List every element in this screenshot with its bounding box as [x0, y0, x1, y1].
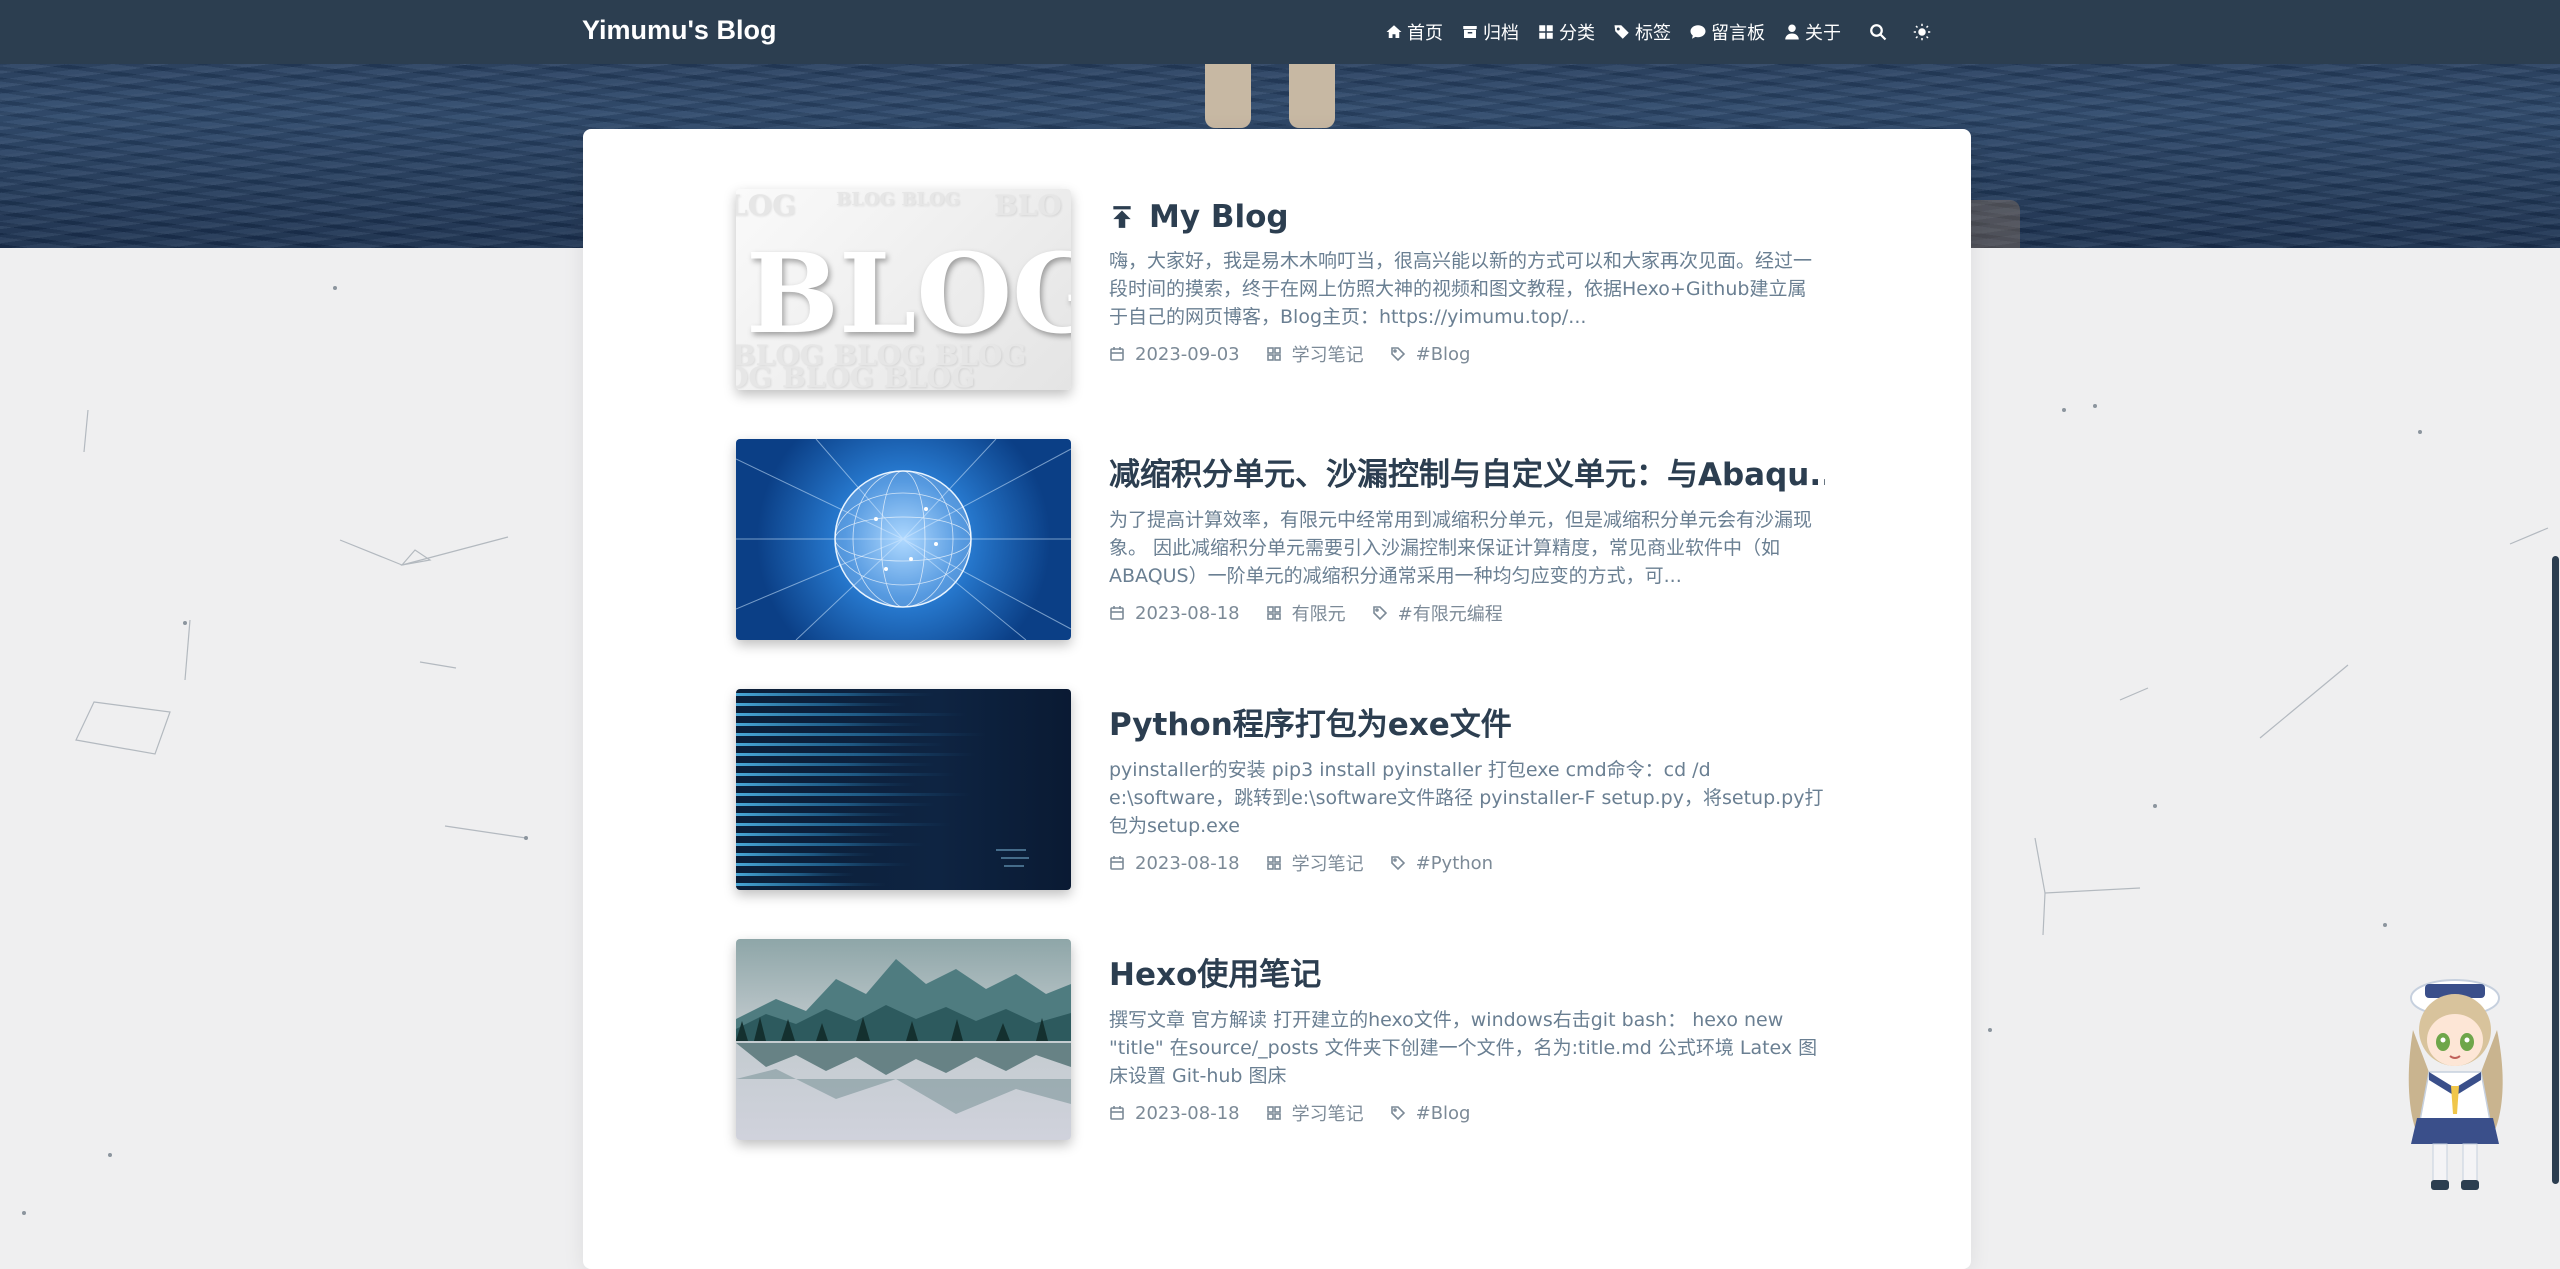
page-scrollbar[interactable]	[2552, 556, 2559, 1184]
post-title[interactable]: Python程序打包为exe文件	[1109, 699, 1825, 744]
category-icon	[1266, 856, 1281, 870]
post-excerpt: 为了提高计算效率，有限元中经常用到减缩积分单元，但是减缩积分单元会有沙漏现象。 …	[1109, 509, 1813, 587]
post-title[interactable]: Hexo使用笔记	[1109, 949, 1825, 994]
post-meta: 2023-09-03 学习笔记 #Blog	[1109, 341, 1825, 367]
tags-icon	[1614, 25, 1629, 39]
post-meta: 2023-08-18 学习笔记 #Python	[1109, 850, 1825, 876]
nav-item-tags[interactable]: 标签	[1613, 19, 1671, 45]
site-brand[interactable]: Yimumu's Blog	[582, 15, 776, 46]
post-thumbnail[interactable]	[736, 939, 1071, 1140]
calendar-icon	[1110, 1106, 1124, 1120]
post-title-text: My Blog	[1149, 199, 1289, 235]
sphere-network-image	[736, 439, 1071, 640]
calendar-icon	[1110, 347, 1124, 361]
lake-landscape-image	[736, 959, 1071, 1114]
nav-item-guestbook[interactable]: 留言板	[1689, 19, 1765, 45]
post-title[interactable]: 减缩积分单元、沙漏控制与自定义单元：与Abaqu...	[1109, 449, 1825, 494]
post-category[interactable]: 学习笔记	[1266, 850, 1364, 876]
post-meta: 2023-08-18 有限元 #有限元编程	[1109, 600, 1825, 626]
nav-item-label: 关于	[1805, 23, 1841, 44]
tag-icon	[1390, 1106, 1405, 1121]
user-icon	[1785, 24, 1799, 40]
tag-icon	[1390, 856, 1405, 871]
search-icon	[1870, 24, 1887, 41]
category-icon	[1539, 25, 1553, 39]
top-navbar: Yimumu's Blog 首页 归档 分类 标签 留言板 关于	[0, 0, 2560, 64]
post-tag[interactable]: #Python	[1390, 853, 1493, 874]
category-icon	[1266, 1106, 1281, 1120]
post-item[interactable]: Hexo使用笔记 撰写文章 官方解读 打开建立的hexo文件，windows右击…	[736, 939, 1826, 1140]
post-tag[interactable]: #Blog	[1390, 344, 1470, 365]
post-date: 2023-08-18	[1109, 1103, 1240, 1124]
calendar-icon	[1110, 856, 1124, 870]
comment-icon	[1690, 25, 1706, 39]
post-thumbnail[interactable]	[736, 689, 1071, 890]
post-thumbnail[interactable]: LOG BLOG BLOG BLO BLOG BLOG BLOG OG BLOG…	[736, 189, 1071, 390]
post-date: 2023-09-03	[1109, 344, 1240, 365]
post-info: My Blog 嗨，大家好，我是易木木响叮当，很高兴能以新的方式可以和大家再次见…	[1109, 189, 1825, 367]
tag-icon	[1372, 606, 1387, 621]
nav-item-label: 标签	[1635, 23, 1671, 44]
nav-item-label: 留言板	[1711, 23, 1765, 44]
nav-item-label: 首页	[1407, 23, 1443, 44]
post-meta: 2023-08-18 学习笔记 #Blog	[1109, 1100, 1825, 1126]
post-tag[interactable]: #Blog	[1390, 1103, 1470, 1124]
post-category[interactable]: 学习笔记	[1266, 341, 1364, 367]
post-item[interactable]: LOG BLOG BLOG BLO BLOG BLOG BLOG OG BLOG…	[736, 189, 1826, 390]
nav-item-label: 分类	[1559, 23, 1595, 44]
post-title-text: Python程序打包为exe文件	[1109, 707, 1512, 743]
nav-item-home[interactable]: 首页	[1385, 19, 1443, 45]
category-icon	[1266, 347, 1281, 361]
mascot-character[interactable]	[2395, 968, 2515, 1194]
nav-item-archive[interactable]: 归档	[1461, 19, 1519, 45]
post-date: 2023-08-18	[1109, 853, 1240, 874]
nav-item-label: 归档	[1483, 23, 1519, 44]
post-excerpt: 嗨，大家好，我是易木木响叮当，很高兴能以新的方式可以和大家再次见面。经过一段时间…	[1109, 250, 1813, 328]
post-info: Hexo使用笔记 撰写文章 官方解读 打开建立的hexo文件，windows右击…	[1109, 939, 1825, 1126]
post-item[interactable]: Python程序打包为exe文件 pyinstaller的安装 pip3 ins…	[736, 689, 1826, 890]
code-stream-image	[736, 693, 1029, 886]
post-excerpt: 撰写文章 官方解读 打开建立的hexo文件，windows右击git bash：…	[1109, 1009, 1818, 1087]
theme-toggle-button[interactable]	[1913, 23, 1931, 41]
post-tag[interactable]: #有限元编程	[1372, 600, 1503, 626]
post-list-card: LOG BLOG BLOG BLO BLOG BLOG BLOG OG BLOG…	[583, 129, 1971, 1269]
category-icon	[1266, 606, 1281, 620]
search-button[interactable]	[1869, 23, 1887, 41]
post-info: Python程序打包为exe文件 pyinstaller的安装 pip3 ins…	[1109, 689, 1825, 876]
post-title-text: Hexo使用笔记	[1109, 957, 1322, 993]
tag-icon	[1390, 347, 1405, 362]
post-category[interactable]: 学习笔记	[1266, 1100, 1364, 1126]
pin-icon	[1113, 206, 1131, 228]
post-thumbnail[interactable]	[736, 439, 1071, 640]
post-item[interactable]: 减缩积分单元、沙漏控制与自定义单元：与Abaqu... 为了提高计算效率，有限元…	[736, 439, 1826, 640]
thumbnail-text: BLOG	[746, 229, 1071, 358]
post-title-text: 减缩积分单元、沙漏控制与自定义单元：与Abaqu...	[1109, 457, 1825, 493]
post-excerpt: pyinstaller的安装 pip3 install pyinstaller …	[1109, 759, 1824, 837]
calendar-icon	[1110, 606, 1124, 620]
post-category[interactable]: 有限元	[1266, 600, 1346, 626]
nav-menu: 首页 归档 分类 标签 留言板 关于	[1385, 0, 1947, 64]
home-icon	[1386, 25, 1402, 38]
archive-icon	[1463, 26, 1477, 38]
post-info: 减缩积分单元、沙漏控制与自定义单元：与Abaqu... 为了提高计算效率，有限元…	[1109, 439, 1825, 626]
sun-icon	[1913, 23, 1931, 41]
post-date: 2023-08-18	[1109, 603, 1240, 624]
nav-item-about[interactable]: 关于	[1783, 19, 1841, 45]
nav-item-categories[interactable]: 分类	[1537, 19, 1595, 45]
post-title[interactable]: My Blog	[1109, 199, 1825, 235]
